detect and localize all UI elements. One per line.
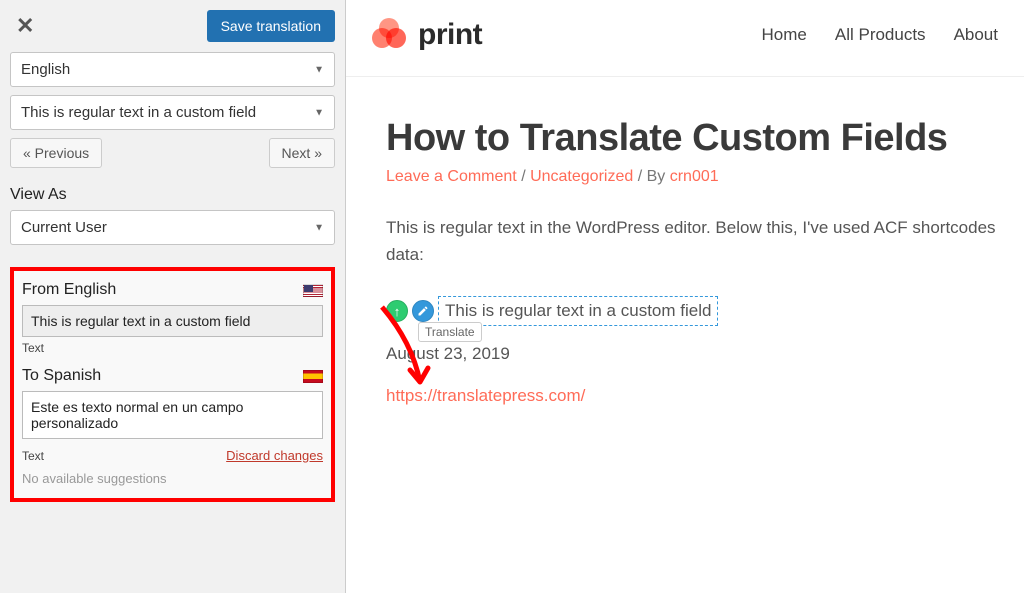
nav-about[interactable]: About [954,25,998,45]
site-header: print Home All Products About [346,0,1024,77]
close-icon[interactable]: ✕ [10,13,40,39]
view-as-label: View As [10,186,335,204]
post-meta: Leave a Comment / Uncategorized / By crn… [386,168,1024,186]
brand-name: print [418,18,482,52]
nav-home[interactable]: Home [762,25,807,45]
leave-comment-link[interactable]: Leave a Comment [386,168,517,185]
by-label: By [647,168,666,185]
merge-icon[interactable]: ↑ [386,300,408,322]
author-link[interactable]: crn001 [670,168,719,185]
page-title: How to Translate Custom Fields [386,117,1024,160]
to-language-label: To Spanish [22,367,101,385]
translation-editor: From English This is regular text in a c… [10,267,335,502]
source-text-field: This is regular text in a custom field [22,305,323,337]
next-button[interactable]: Next » [269,138,335,168]
language-select[interactable]: English [10,52,335,87]
post-date: August 23, 2019 [386,344,1024,364]
post-url-link[interactable]: https://translatepress.com/ [386,386,1024,406]
site-preview: print Home All Products About How to Tra… [346,0,1024,593]
brand-logo-icon [372,18,412,52]
discard-changes-link[interactable]: Discard changes [226,448,323,463]
post-body: This is regular text in the WordPress ed… [386,214,1024,268]
target-type-label: Text [22,449,44,463]
translation-textarea[interactable]: <span class="underlined">Este</span> es … [22,391,323,439]
translation-sidebar: ✕ Save translation English This is regul… [0,0,346,593]
article: How to Translate Custom Fields Leave a C… [346,77,1024,406]
string-select[interactable]: This is regular text in a custom field [10,95,335,130]
view-as-select[interactable]: Current User [10,210,335,245]
previous-button[interactable]: « Previous [10,138,102,168]
edit-icon[interactable] [412,300,434,322]
save-translation-button[interactable]: Save translation [207,10,335,42]
es-flag-icon [303,370,323,383]
us-flag-icon [303,284,323,297]
category-link[interactable]: Uncategorized [530,168,633,185]
site-nav: Home All Products About [762,25,999,45]
nav-all-products[interactable]: All Products [835,25,926,45]
no-suggestions-text: No available suggestions [22,471,323,486]
site-brand[interactable]: print [372,18,482,52]
source-type-label: Text [22,341,323,355]
from-language-label: From English [22,281,116,299]
translate-tooltip: Translate [418,322,482,342]
